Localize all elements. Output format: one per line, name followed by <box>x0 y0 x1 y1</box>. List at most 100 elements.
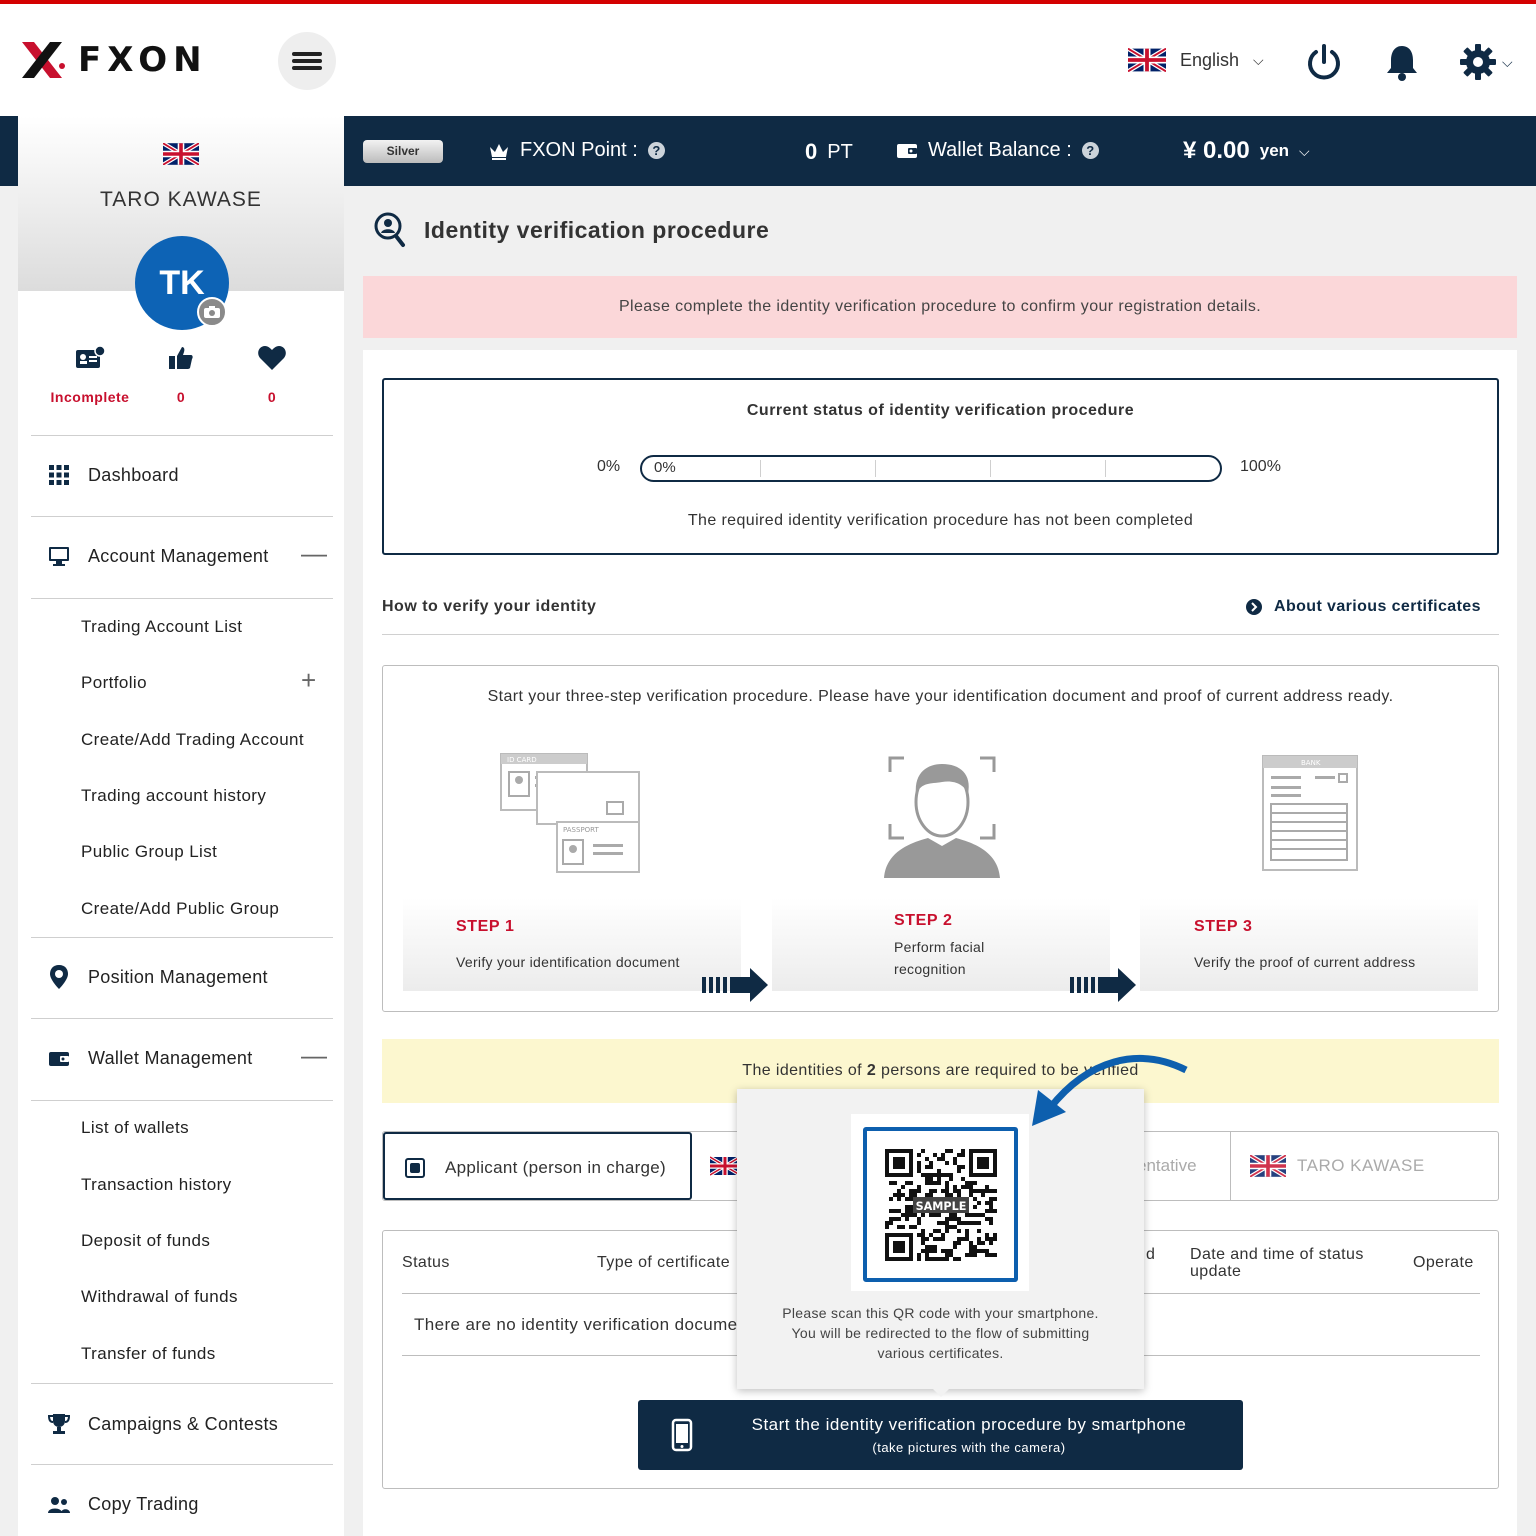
qr-module <box>993 1189 997 1193</box>
likes-stat[interactable]: 0 <box>131 344 231 405</box>
expand-icon[interactable]: + <box>301 665 316 696</box>
identity-search-icon <box>374 212 405 247</box>
qr-module <box>985 1209 989 1213</box>
qr-module <box>941 1257 945 1261</box>
qr-module <box>965 1221 969 1225</box>
qr-module <box>917 1257 921 1261</box>
applicant-checkbox[interactable] <box>405 1158 425 1178</box>
sidebar-item-transfer[interactable]: Transfer of funds <box>81 1344 216 1364</box>
qr-module <box>977 1221 981 1225</box>
qr-module <box>905 1197 909 1201</box>
sidebar-item-position-management[interactable]: Position Management <box>48 964 268 990</box>
sidebar-item-campaigns[interactable]: Campaigns & Contests <box>48 1412 278 1436</box>
qr-module <box>969 1213 973 1217</box>
qr-module <box>945 1229 949 1233</box>
settings-menu[interactable]: ⌵ <box>1458 42 1513 82</box>
power-icon[interactable] <box>1304 42 1344 82</box>
qr-module <box>957 1165 961 1169</box>
qr-module <box>925 1249 929 1253</box>
bell-icon[interactable] <box>1382 42 1422 82</box>
sidebar-item-public-group-list[interactable]: Public Group List <box>81 842 217 862</box>
qr-module <box>953 1217 957 1221</box>
sidebar-item-transaction-history[interactable]: Transaction history <box>81 1175 232 1195</box>
qr-module <box>989 1221 993 1225</box>
qr-module <box>973 1189 977 1193</box>
smartphone-icon <box>671 1418 693 1452</box>
qr-code[interactable]: SAMPLE <box>863 1127 1018 1282</box>
progress-segment <box>760 460 761 477</box>
sidebar-item-copy-trading[interactable]: Copy Trading <box>48 1494 199 1515</box>
qr-module <box>953 1257 957 1261</box>
qr-module <box>941 1157 945 1161</box>
qr-module <box>917 1161 921 1165</box>
verification-stat[interactable]: Incomplete <box>40 344 140 405</box>
collapse-icon[interactable]: — <box>301 1040 327 1071</box>
sidebar-item-trading-account-history[interactable]: Trading account history <box>81 786 266 806</box>
column-header-date-line2: update <box>1190 1263 1242 1280</box>
qr-module <box>953 1213 957 1217</box>
sidebar-item-deposit[interactable]: Deposit of funds <box>81 1231 210 1251</box>
sidebar-item-label: Campaigns & Contests <box>88 1413 279 1434</box>
qr-module <box>929 1245 933 1249</box>
qr-module <box>981 1189 985 1193</box>
start-smartphone-verification-button[interactable]: Start the identity verification procedur… <box>638 1400 1243 1470</box>
qr-module <box>961 1185 965 1189</box>
qr-module <box>909 1193 913 1197</box>
sidebar-item-dashboard[interactable]: Dashboard <box>48 464 179 486</box>
qr-module <box>941 1189 945 1193</box>
qr-module <box>901 1225 905 1229</box>
qr-module <box>925 1181 929 1185</box>
qr-module <box>933 1229 937 1233</box>
help-icon[interactable]: ? <box>647 142 665 159</box>
point-label: FXON Point : <box>520 139 638 161</box>
qr-module <box>909 1209 913 1213</box>
qr-module <box>981 1249 985 1253</box>
help-icon[interactable]: ? <box>1081 142 1099 159</box>
persons-count: 2 <box>866 1062 877 1079</box>
qr-module <box>977 1241 981 1245</box>
fxon-logo[interactable]: FXON <box>18 38 208 82</box>
qr-module <box>917 1221 921 1225</box>
qr-module <box>961 1221 965 1225</box>
menu-button[interactable] <box>278 32 336 90</box>
qr-module <box>969 1253 973 1257</box>
camera-icon[interactable] <box>197 297 227 327</box>
sidebar-item-list-of-wallets[interactable]: List of wallets <box>81 1118 189 1138</box>
trophy-icon <box>48 1414 70 1434</box>
qr-module <box>957 1169 961 1173</box>
sidebar-item-portfolio[interactable]: Portfolio <box>81 673 147 693</box>
sidebar-item-create-public-group[interactable]: Create/Add Public Group <box>81 899 279 919</box>
qr-module <box>905 1209 909 1213</box>
menu-icon <box>292 49 322 73</box>
wallet-amount[interactable]: ¥ 0.00 yen ⌵ <box>1183 137 1310 165</box>
qr-module <box>989 1253 993 1257</box>
qr-module <box>977 1201 981 1205</box>
about-certificates-link[interactable]: About various certificates <box>1246 598 1481 616</box>
qr-module <box>889 1221 893 1225</box>
sidebar-item-account-management[interactable]: Account Management <box>48 545 269 567</box>
qr-module <box>913 1225 917 1229</box>
qr-module <box>949 1253 953 1257</box>
qr-module <box>933 1181 937 1185</box>
collapse-icon[interactable]: — <box>301 538 327 569</box>
divider <box>31 435 333 436</box>
representative-tab-label[interactable]: entative <box>1137 1156 1197 1176</box>
sidebar-item-withdrawal[interactable]: Withdrawal of funds <box>81 1287 238 1307</box>
qr-module <box>973 1213 977 1217</box>
step-1-card: STEP 1 Verify your identification docume… <box>403 898 741 991</box>
qr-code-container: SAMPLE <box>851 1114 1029 1291</box>
language-selector[interactable]: English ⌵ <box>1128 48 1264 72</box>
sidebar-item-create-trading-account[interactable]: Create/Add Trading Account <box>81 730 304 750</box>
qr-module <box>945 1221 949 1225</box>
step-3-label: STEP 3 <box>1194 918 1253 935</box>
qr-module <box>917 1169 921 1173</box>
applicant-tab[interactable]: Applicant (person in charge) <box>383 1132 692 1200</box>
chevron-down-icon: ⌵ <box>1253 51 1264 68</box>
qr-instruction-line1: Please scan this QR code with your smart… <box>782 1305 1099 1321</box>
favorites-stat[interactable]: 0 <box>222 344 322 405</box>
sidebar-item-trading-account-list[interactable]: Trading Account List <box>81 617 242 637</box>
sidebar-item-label: Position Management <box>88 966 268 987</box>
qr-module <box>929 1173 933 1177</box>
step-1-description: Verify your identification document <box>456 954 680 970</box>
sidebar-item-wallet-management[interactable]: Wallet Management <box>48 1048 253 1069</box>
